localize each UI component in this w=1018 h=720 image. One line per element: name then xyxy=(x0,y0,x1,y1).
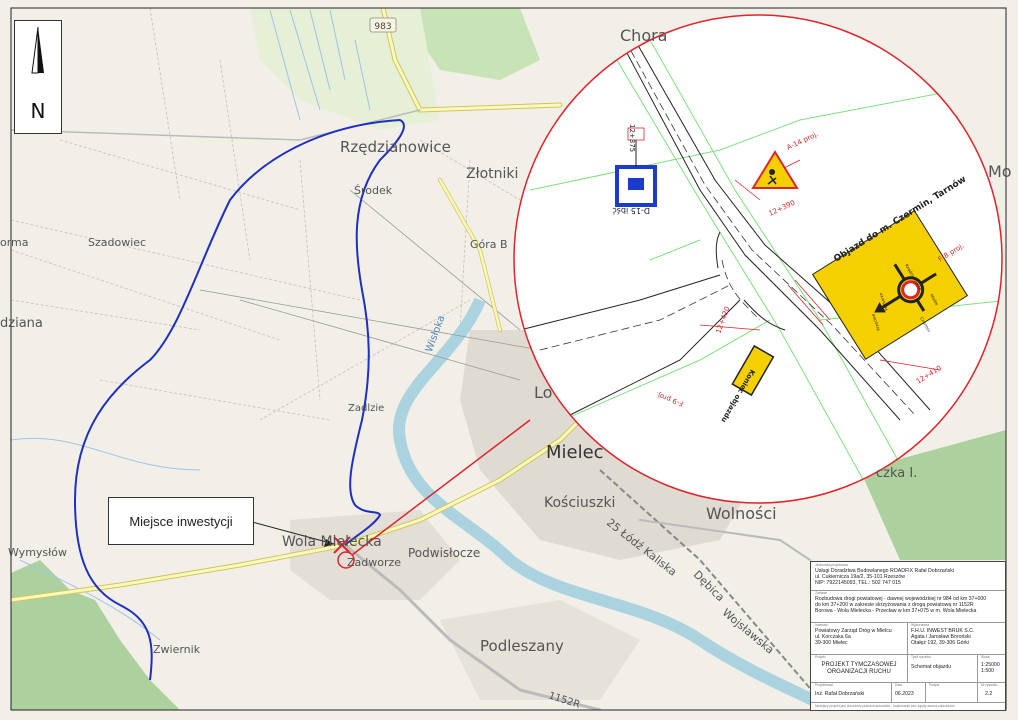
place-label: Kościuszki xyxy=(544,495,616,511)
executor-line: Otałęż 192, 39-306 Górki xyxy=(911,640,969,646)
place-label: Podleszany xyxy=(480,637,564,655)
north-arrow: N xyxy=(14,20,62,134)
contractor-line: NIP: 7922145093, TEL.: 502 747 015 xyxy=(815,580,901,586)
place-label: Wymysłów xyxy=(8,546,68,559)
sheet-number: 2.2 xyxy=(985,691,993,697)
project-line: Borowa - Wola Mielecka - Przecław w km 3… xyxy=(815,608,977,614)
place-label: Wolności xyxy=(706,504,777,523)
road-badge-983: 983 xyxy=(369,17,397,33)
place-label: Szadowiec xyxy=(88,236,147,249)
place-label: Góra B xyxy=(470,238,508,251)
north-label: N xyxy=(30,99,46,123)
place-label: Podwisłocze xyxy=(408,546,481,560)
investment-callout: Miejsce inwestycji xyxy=(108,497,254,545)
sign-d15-chainage: 12+375 xyxy=(628,124,636,152)
title-block-footer: Niniejszy projekt jest chroniony prawem … xyxy=(815,704,955,708)
place-label: Lo xyxy=(534,383,553,402)
place-label: Zadworze xyxy=(347,556,402,569)
place-label: Zadlzie xyxy=(348,403,385,414)
place-label: Rzędzianowice xyxy=(340,138,451,156)
place-label: Środek xyxy=(354,184,393,197)
place-label: Zwiernik xyxy=(153,643,201,656)
sign-d15-label: D-15 ibść xyxy=(612,206,650,216)
place-label: Mo xyxy=(988,162,1012,181)
phase-line: ORGANIZACJI RUCHU xyxy=(827,669,891,675)
place-label: Złotniki xyxy=(466,166,519,182)
place-label: dziana xyxy=(0,316,43,331)
author-name: Inż. Rafał Dobrzański xyxy=(815,691,865,697)
phase-line: PROJEKT TYMCZASOWEJ xyxy=(821,662,897,668)
svg-text:983: 983 xyxy=(374,22,391,32)
place-label: orma xyxy=(0,236,29,249)
place-label: Wola Mielecka xyxy=(282,534,382,550)
place-label: czka I. xyxy=(876,466,918,481)
place-label: Chora xyxy=(620,26,668,45)
callout-text: Miejsce inwestycji xyxy=(129,513,233,529)
title-block: Jednostka projektowa Usługi Doradztwa Bu… xyxy=(810,561,1006,711)
drawing-date: 06.2023 xyxy=(895,691,914,697)
scale-value: 1:500 xyxy=(981,668,994,674)
investor-line: 39-300 Mielec xyxy=(815,640,848,646)
place-label: Mielec xyxy=(546,442,604,463)
drawing-title: Schemat objazdu xyxy=(911,664,952,670)
